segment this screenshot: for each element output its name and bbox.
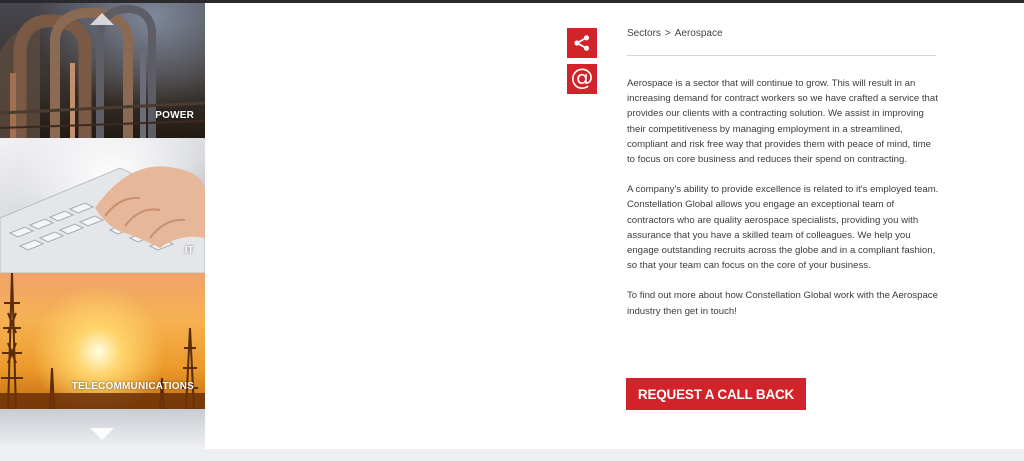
sector-label-it: IT	[184, 245, 194, 256]
scroll-down-arrow-icon[interactable]	[90, 428, 114, 440]
request-call-back-button[interactable]: REQUEST A CALL BACK	[626, 378, 806, 410]
breadcrumb-aerospace: Aerospace	[674, 28, 723, 39]
email-button[interactable]: @	[567, 64, 597, 94]
breadcrumb-sectors[interactable]: Sectors	[627, 28, 661, 39]
share-icon	[574, 35, 590, 51]
paragraph-excellence: A company's ability to provide excellenc…	[627, 184, 939, 272]
sector-tile-telecommunications[interactable]: TELECOMMUNICATIONS	[0, 273, 205, 409]
breadcrumb: Sectors > Aerospace	[627, 28, 723, 39]
sector-label-power: POWER	[155, 110, 194, 121]
paragraph-contact: To find out more about how Constellation…	[627, 290, 938, 317]
at-sign-icon: @	[570, 64, 594, 91]
share-button[interactable]	[567, 28, 597, 58]
sector-tile-it[interactable]: IT	[0, 138, 205, 273]
breadcrumb-divider	[627, 55, 936, 56]
sector-label-telecommunications: TELECOMMUNICATIONS	[71, 381, 194, 392]
keyboard-image	[0, 166, 205, 273]
footer-strip	[0, 449, 1024, 461]
sector-description: Aerospace is a sector that will continue…	[627, 76, 939, 334]
breadcrumb-separator: >	[664, 28, 671, 39]
paragraph-intro: Aerospace is a sector that will continue…	[627, 78, 938, 166]
sector-sidebar: POWER IT TELECOMMUNICATIONS	[0, 3, 205, 449]
scroll-up-arrow-icon[interactable]	[90, 13, 114, 25]
